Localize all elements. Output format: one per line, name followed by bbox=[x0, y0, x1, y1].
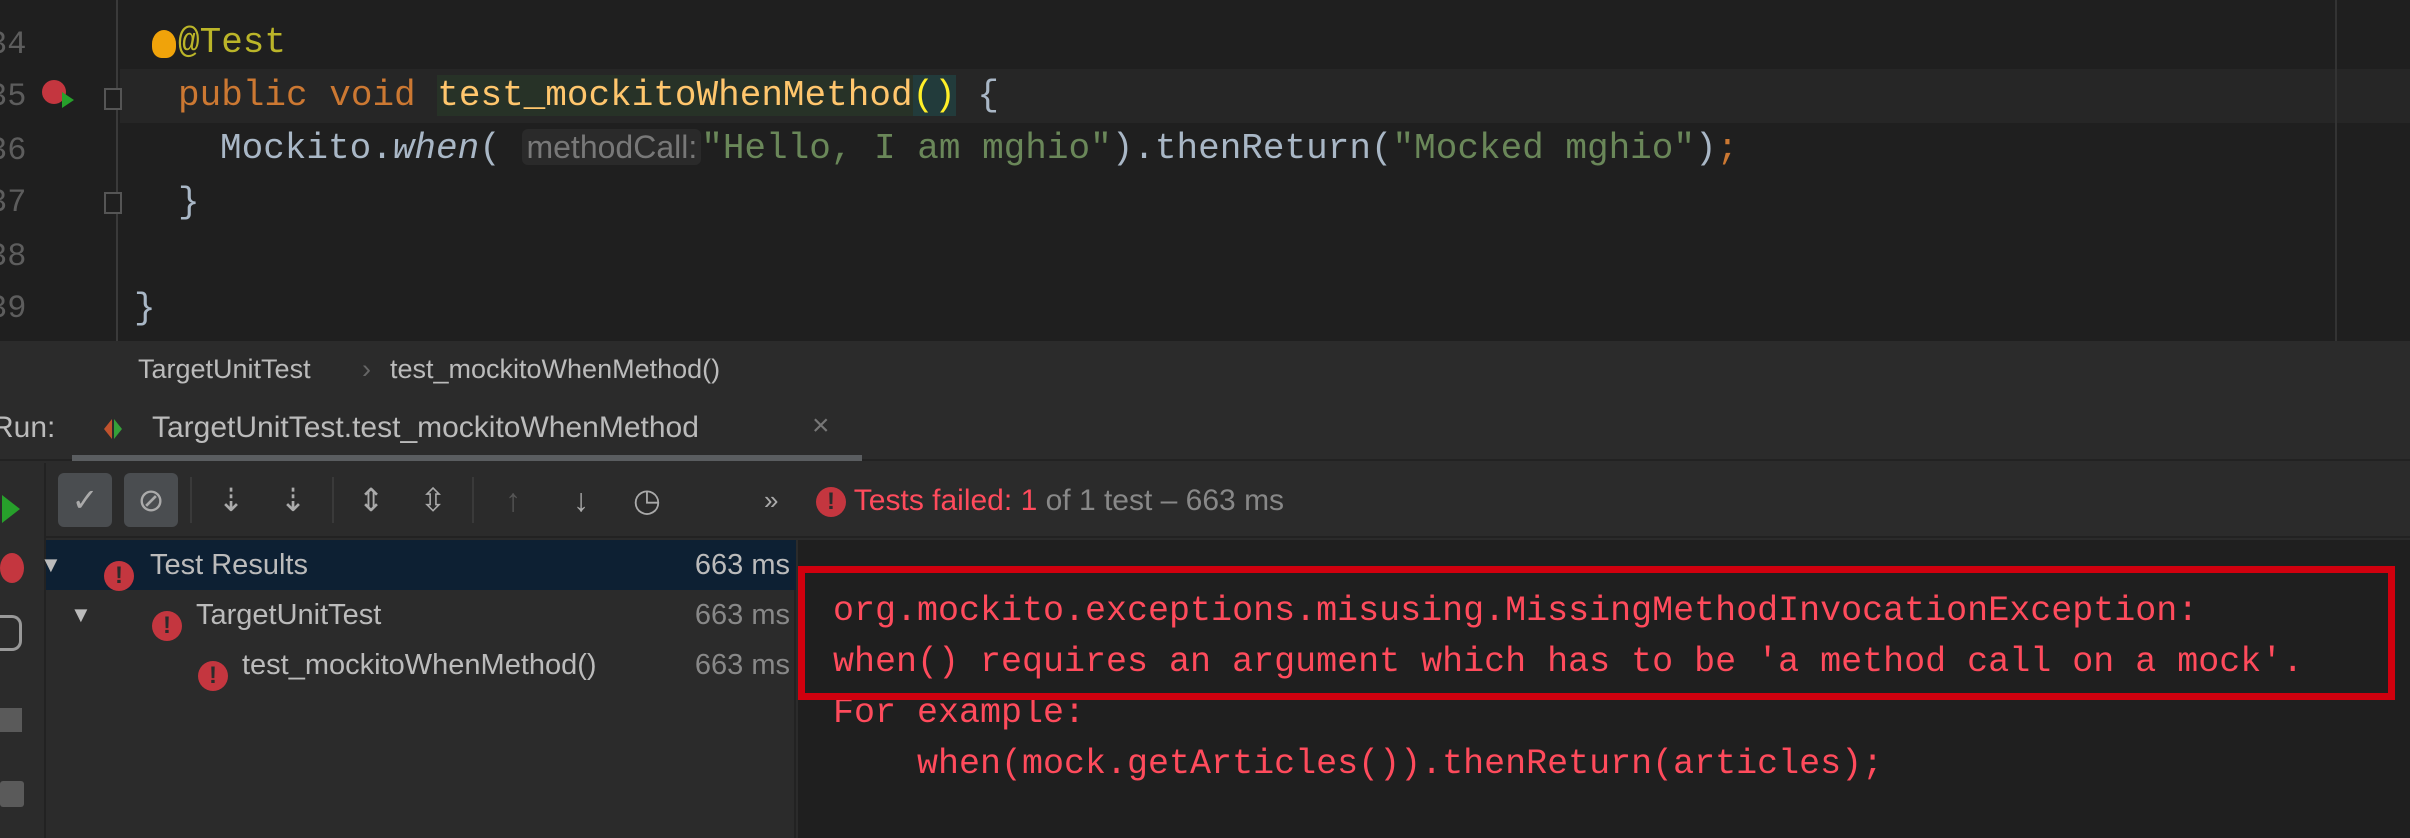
stop-icon[interactable] bbox=[0, 708, 22, 732]
expand-arrow-icon[interactable]: ▼ bbox=[40, 540, 62, 590]
test-run-icon-right bbox=[114, 419, 122, 439]
line-number: 35 bbox=[0, 78, 27, 115]
lightbulb-icon[interactable] bbox=[152, 30, 176, 58]
show-ignored-toggle-icon[interactable]: ⊘ bbox=[124, 473, 178, 527]
highlight-annotation-box bbox=[798, 566, 2395, 700]
rerun-failed-icon[interactable] bbox=[0, 553, 24, 583]
test-status: ! Tests failed: 1 of 1 test – 663 ms bbox=[816, 483, 1284, 519]
run-label: Run: bbox=[0, 411, 56, 444]
test-run-icon bbox=[104, 419, 112, 439]
collapse-all-icon[interactable]: ⇳ bbox=[406, 473, 460, 527]
tree-time: 663 ms bbox=[694, 649, 790, 681]
breadcrumb-method[interactable]: test_mockitoWhenMethod() bbox=[390, 341, 720, 397]
sort-by-duration-icon[interactable]: ⇣ bbox=[266, 473, 320, 527]
parameter-hint: methodCall: bbox=[522, 129, 702, 165]
fold-icon[interactable] bbox=[104, 192, 122, 214]
camera-icon[interactable] bbox=[0, 781, 24, 807]
tree-label: Test Results bbox=[150, 549, 308, 581]
line-number: 38 bbox=[0, 238, 27, 275]
close-tab-icon[interactable]: × bbox=[812, 409, 830, 443]
console-line: when(mock.getArticles()).thenReturn(arti… bbox=[833, 744, 1884, 784]
run-tab[interactable]: TargetUnitTest.test_mockitoWhenMethod × bbox=[72, 397, 862, 461]
breadcrumb: TargetUnitTest › test_mockitoWhenMethod(… bbox=[0, 341, 2410, 397]
toolbar-separator bbox=[472, 477, 474, 523]
gutter: 34 35 36 37 38 39 bbox=[0, 0, 122, 341]
next-failed-icon[interactable]: ↓ bbox=[554, 473, 608, 527]
error-icon: ! bbox=[816, 487, 846, 518]
tree-time: 663 ms bbox=[694, 599, 790, 631]
run-icon[interactable] bbox=[62, 92, 74, 108]
line-number: 39 bbox=[0, 290, 27, 327]
line-number: 37 bbox=[0, 184, 27, 221]
expand-all-icon[interactable]: ⇕ bbox=[344, 473, 398, 527]
test-results-tree: ▼ ! Test Results 663 ms ▼ ! TargetUnitTe… bbox=[40, 540, 796, 838]
expand-arrow-icon[interactable]: ▼ bbox=[70, 590, 92, 640]
toolbar-separator bbox=[332, 477, 334, 523]
error-icon: ! bbox=[152, 611, 182, 642]
code-line: Mockito.when( methodCall: "Hello, I am mg… bbox=[220, 128, 1739, 169]
line-number: 34 bbox=[0, 26, 27, 63]
tree-time: 663 ms bbox=[694, 549, 790, 581]
test-toolbar: ✓ ⊘ ⇣ ⇣ ⇕ ⇳ ↑ ↓ ◷ » ! Tests failed: 1 of… bbox=[46, 463, 2410, 538]
show-passed-toggle-icon[interactable]: ✓ bbox=[58, 473, 112, 527]
run-tool-window-header: Run: TargetUnitTest.test_mockitoWhenMeth… bbox=[0, 397, 2410, 461]
line-number: 36 bbox=[0, 132, 27, 169]
rerun-icon[interactable] bbox=[2, 495, 20, 523]
sort-alphabetically-icon[interactable]: ⇣ bbox=[204, 473, 258, 527]
more-actions-icon[interactable]: » bbox=[764, 485, 778, 516]
code-line: } bbox=[178, 182, 200, 223]
error-icon: ! bbox=[104, 561, 134, 592]
tree-label: test_mockitoWhenMethod() bbox=[242, 649, 597, 681]
previous-failed-icon[interactable]: ↑ bbox=[486, 473, 540, 527]
breadcrumb-class[interactable]: TargetUnitTest bbox=[138, 341, 311, 397]
tree-row-class[interactable]: ▼ ! TargetUnitTest 663 ms bbox=[46, 590, 796, 642]
tree-row-test-results[interactable]: ▼ ! Test Results 663 ms bbox=[40, 540, 796, 592]
code-editor[interactable]: 34 35 36 37 38 39 @Test public void test… bbox=[0, 0, 2410, 341]
tree-row-method[interactable]: ! test_mockitoWhenMethod() 663 ms bbox=[46, 640, 796, 692]
code-line: public void test_mockitoWhenMethod() { bbox=[178, 75, 999, 116]
test-history-icon[interactable]: ◷ bbox=[620, 473, 674, 527]
toolbar-separator bbox=[190, 477, 192, 523]
run-tab-title: TargetUnitTest.test_mockitoWhenMethod bbox=[152, 411, 699, 444]
tree-label: TargetUnitTest bbox=[196, 599, 382, 631]
right-margin-guide bbox=[2335, 0, 2337, 341]
breadcrumb-separator: › bbox=[362, 354, 371, 384]
failed-count: 1 bbox=[1020, 484, 1038, 517]
error-icon: ! bbox=[198, 661, 228, 692]
code-line: @Test bbox=[178, 22, 287, 63]
code-line: } bbox=[134, 288, 156, 329]
fold-icon[interactable] bbox=[104, 88, 122, 110]
run-side-toolbar bbox=[0, 463, 46, 838]
toggle-auto-test-icon[interactable] bbox=[0, 615, 22, 651]
